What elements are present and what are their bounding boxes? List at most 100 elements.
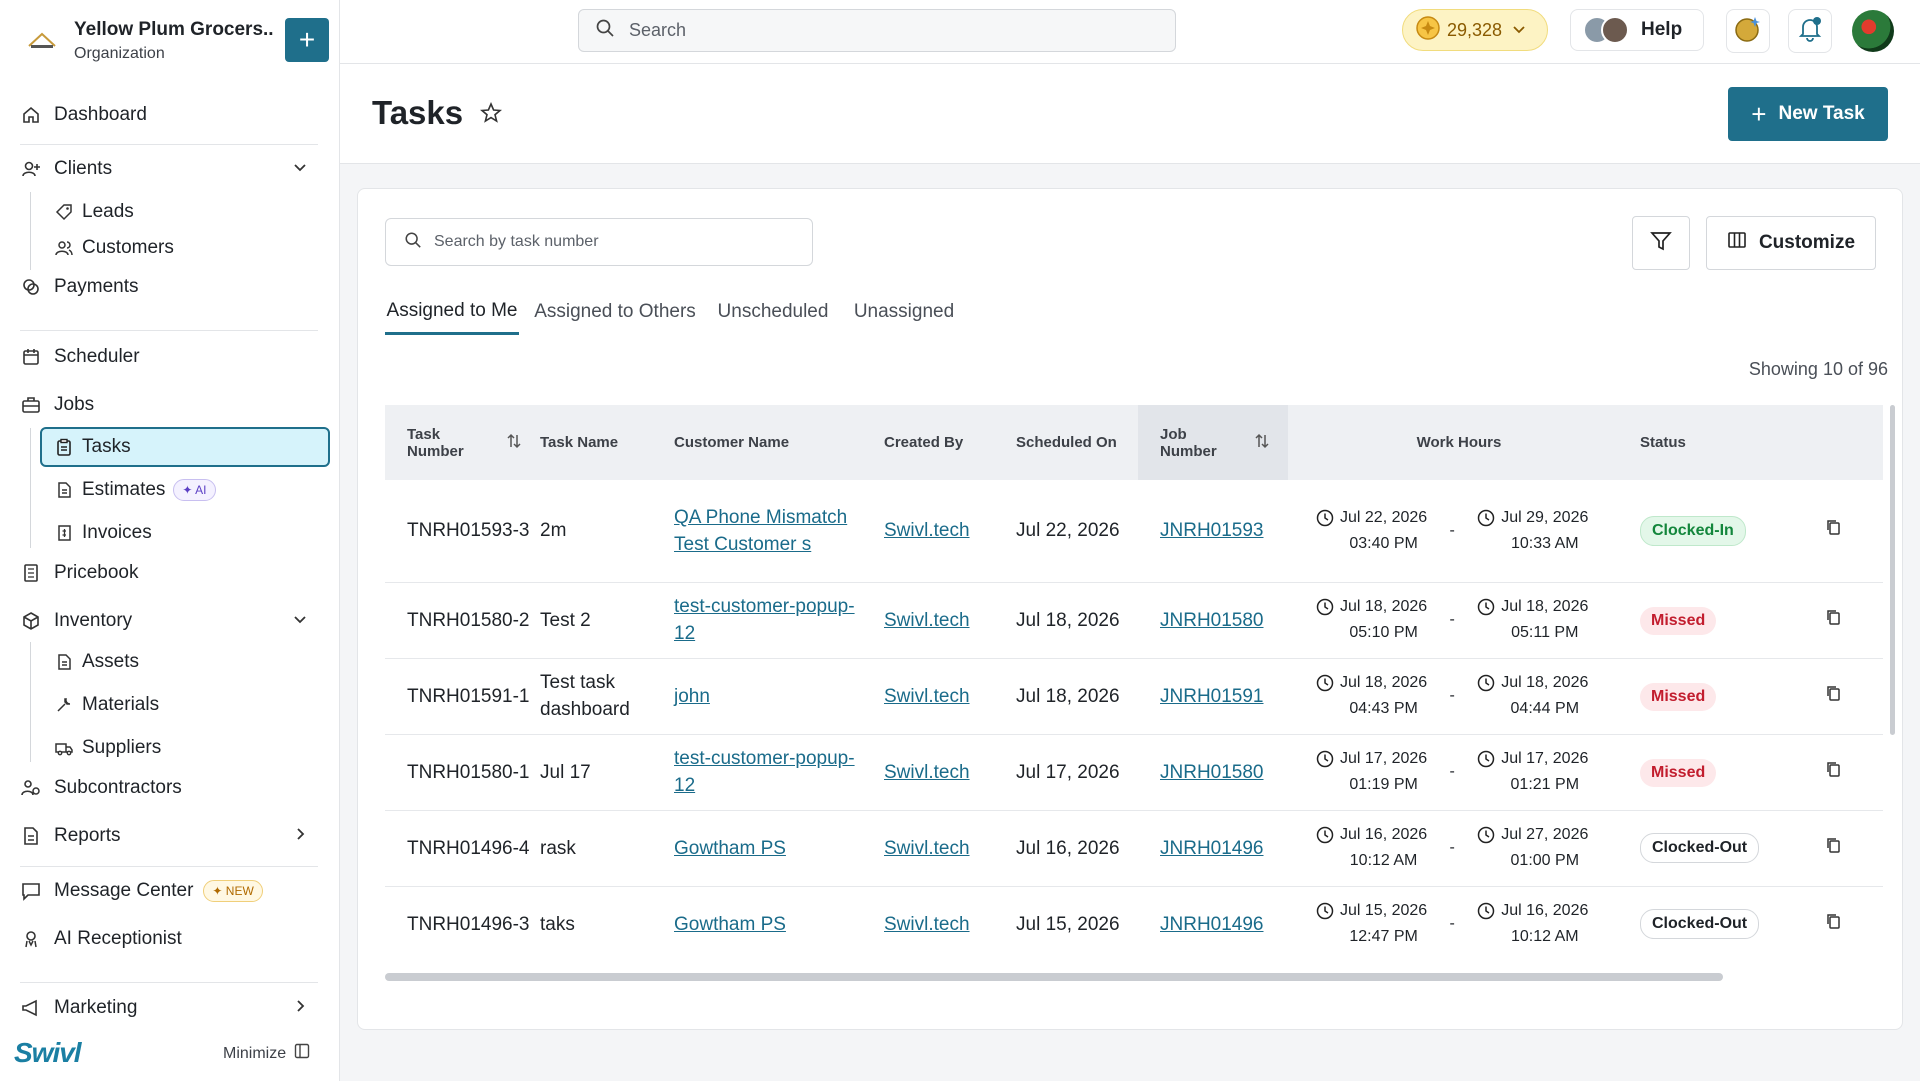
horizontal-scrollbar[interactable] bbox=[385, 973, 1723, 981]
clock-icon bbox=[1316, 902, 1334, 950]
created-by-link[interactable]: Swivl.tech bbox=[884, 686, 970, 707]
user-avatar[interactable] bbox=[1852, 10, 1894, 52]
created-by-link[interactable]: Swivl.tech bbox=[884, 838, 970, 859]
job-cell: JNRH01496 bbox=[1138, 810, 1288, 887]
job-link[interactable]: JNRH01496 bbox=[1160, 838, 1264, 859]
customer-cell: john bbox=[674, 658, 884, 735]
topbar: Search 29,328 Help bbox=[340, 0, 1920, 64]
star-icon[interactable] bbox=[479, 101, 503, 129]
col-task-number[interactable]: Task Number bbox=[385, 405, 540, 480]
status-badge: Clocked-Out bbox=[1640, 833, 1760, 863]
tab-assigned-to-others[interactable]: Assigned to Others bbox=[534, 289, 696, 335]
customer-link[interactable]: Gowtham PS bbox=[674, 838, 786, 859]
rewards-button[interactable] bbox=[1726, 9, 1770, 53]
customer-cell: Gowtham PS bbox=[674, 886, 884, 960]
credits-value: 29,328 bbox=[1447, 19, 1503, 40]
tag-icon bbox=[54, 202, 74, 222]
sidebar-item-suppliers[interactable]: Suppliers bbox=[40, 728, 330, 768]
table-row[interactable]: TNRH01591-1 Test task dashboard john Swi… bbox=[385, 658, 1883, 735]
customer-link[interactable]: Gowtham PS bbox=[674, 914, 786, 935]
job-link[interactable]: JNRH01593 bbox=[1160, 520, 1264, 541]
document-icon bbox=[54, 652, 74, 672]
chevron-right-icon[interactable] bbox=[292, 826, 308, 848]
sidebar-item-jobs[interactable]: Jobs bbox=[20, 384, 320, 426]
table-row[interactable]: TNRH01580-2 Test 2 test-customer-popup-1… bbox=[385, 582, 1883, 659]
notifications-button[interactable] bbox=[1788, 9, 1832, 53]
created-by-link[interactable]: Swivl.tech bbox=[884, 762, 970, 783]
job-link[interactable]: JNRH01496 bbox=[1160, 914, 1264, 935]
tab-unscheduled[interactable]: Unscheduled bbox=[713, 289, 833, 335]
help-button[interactable]: Help bbox=[1570, 9, 1704, 51]
sidebar-item-ai-receptionist[interactable]: AI Receptionist bbox=[20, 918, 320, 960]
job-link[interactable]: JNRH01580 bbox=[1160, 762, 1264, 783]
work-hours: Jul 22, 2026 03:40 PM - Jul 29, 2026 10:33… bbox=[1288, 480, 1640, 583]
sidebar-item-customers[interactable]: Customers bbox=[40, 228, 330, 268]
chevron-down-icon[interactable] bbox=[292, 611, 308, 633]
add-org-button[interactable]: + bbox=[285, 18, 329, 62]
bell-icon bbox=[1797, 16, 1823, 47]
copy-icon[interactable] bbox=[1825, 683, 1841, 710]
customer-link[interactable]: test-customer-popup-12 bbox=[674, 748, 855, 796]
sidebar-item-payments[interactable]: Payments bbox=[20, 266, 320, 308]
new-task-button[interactable]: + New Task bbox=[1728, 87, 1888, 141]
sidebar-item-marketing[interactable]: Marketing bbox=[20, 987, 320, 1029]
minimize-label: Minimize bbox=[223, 1044, 287, 1062]
sidebar-item-scheduler[interactable]: Scheduler bbox=[20, 336, 320, 378]
chevron-down-icon[interactable] bbox=[292, 159, 308, 181]
sort-icon[interactable] bbox=[506, 433, 522, 453]
customer-link[interactable]: john bbox=[674, 686, 710, 707]
sidebar-item-clients[interactable]: Clients bbox=[20, 148, 320, 190]
sidebar-item-assets[interactable]: Assets bbox=[40, 642, 330, 682]
sidebar-item-pricebook[interactable]: Pricebook bbox=[20, 552, 320, 594]
sidebar-item-invoices[interactable]: Invoices bbox=[40, 513, 330, 553]
copy-icon[interactable] bbox=[1825, 835, 1841, 862]
sidebar-item-estimates[interactable]: Estimates ✦ AI bbox=[40, 470, 330, 510]
sidebar-item-inventory[interactable]: Inventory bbox=[20, 600, 320, 642]
table-row[interactable]: TNRH01580-1 Jul 17 test-customer-popup-1… bbox=[385, 734, 1883, 811]
customer-link[interactable]: QA Phone Mismatch Test Customer s bbox=[674, 507, 847, 555]
task-name: rask bbox=[540, 810, 674, 887]
task-number: TNRH01580-1 bbox=[385, 734, 540, 811]
table-row[interactable]: TNRH01496-3 taks Gowtham PS Swivl.tech J… bbox=[385, 886, 1883, 960]
created-by-link[interactable]: Swivl.tech bbox=[884, 610, 970, 631]
created-by-link[interactable]: Swivl.tech bbox=[884, 520, 970, 541]
filter-button[interactable] bbox=[1632, 216, 1690, 270]
global-search-input[interactable]: Search bbox=[578, 9, 1176, 52]
columns-icon bbox=[1727, 230, 1747, 256]
sidebar-item-message-center[interactable]: Message Center ✦ NEW bbox=[20, 870, 320, 912]
customize-button[interactable]: Customize bbox=[1706, 216, 1876, 270]
task-name: 2m bbox=[540, 480, 674, 583]
sidebar-item-dashboard[interactable]: Dashboard bbox=[20, 94, 320, 136]
job-link[interactable]: JNRH01591 bbox=[1160, 686, 1264, 707]
customer-link[interactable]: test-customer-popup-12 bbox=[674, 596, 855, 644]
sidebar-item-label: AI Receptionist bbox=[54, 928, 182, 949]
table-row[interactable]: TNRH01593-3 2m QA Phone Mismatch Test Cu… bbox=[385, 480, 1883, 583]
col-status: Status bbox=[1640, 405, 1825, 480]
credits-dropdown[interactable]: 29,328 bbox=[1402, 9, 1548, 51]
sort-icon[interactable] bbox=[1254, 433, 1270, 453]
col-scheduled-on: Scheduled On bbox=[1016, 405, 1138, 480]
col-job-number[interactable]: Job Number bbox=[1138, 405, 1288, 480]
created-by-link[interactable]: Swivl.tech bbox=[884, 914, 970, 935]
vertical-scrollbar[interactable] bbox=[1890, 405, 1895, 735]
truck-icon bbox=[54, 738, 74, 758]
job-link[interactable]: JNRH01580 bbox=[1160, 610, 1264, 631]
sidebar-item-tasks[interactable]: Tasks bbox=[40, 427, 330, 467]
minimize-button[interactable]: Minimize bbox=[223, 1043, 310, 1064]
sidebar-item-materials[interactable]: Materials bbox=[40, 685, 330, 725]
copy-icon[interactable] bbox=[1825, 759, 1841, 786]
tab-unassigned[interactable]: Unassigned bbox=[849, 289, 959, 335]
tab-assigned-to-me[interactable]: Assigned to Me bbox=[385, 289, 519, 335]
copy-icon[interactable] bbox=[1825, 517, 1841, 544]
created-by-cell: Swivl.tech bbox=[884, 480, 1016, 583]
new-task-label: New Task bbox=[1778, 103, 1865, 124]
table-row[interactable]: TNRH01496-4 rask Gowtham PS Swivl.tech J… bbox=[385, 810, 1883, 887]
sidebar-item-reports[interactable]: Reports bbox=[20, 815, 320, 857]
copy-icon[interactable] bbox=[1825, 911, 1841, 938]
sidebar-item-subcontractors[interactable]: Subcontractors bbox=[20, 767, 320, 809]
chevron-right-icon[interactable] bbox=[292, 998, 308, 1020]
copy-icon[interactable] bbox=[1825, 607, 1841, 634]
sidebar-item-leads[interactable]: Leads bbox=[40, 192, 330, 232]
task-search-input[interactable]: Search by task number bbox=[385, 218, 813, 266]
scheduled-on: Jul 16, 2026 bbox=[1016, 810, 1138, 887]
